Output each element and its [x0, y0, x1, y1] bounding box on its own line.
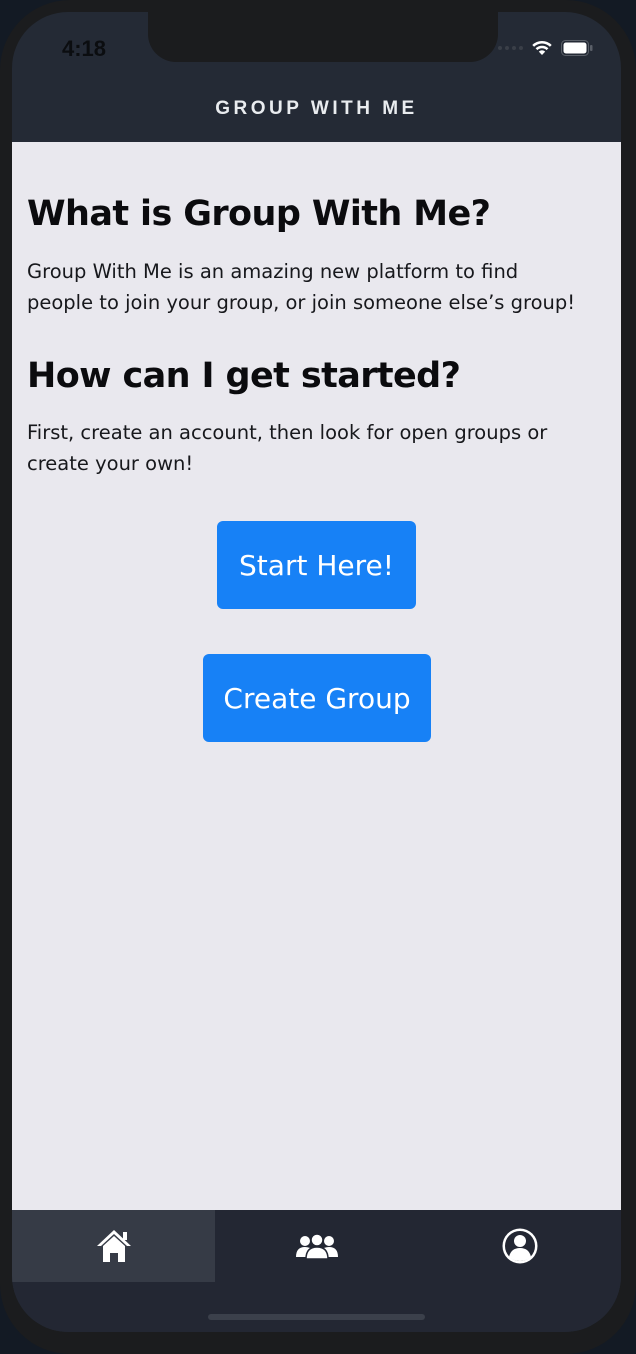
wifi-icon: [532, 41, 552, 55]
create-group-button[interactable]: Create Group: [203, 654, 431, 742]
section-body-get-started-line2: create your own!: [27, 452, 194, 475]
section-body-get-started-line1: First, create an account, then look for …: [27, 421, 548, 444]
section-heading-get-started: How can I get started?: [27, 356, 461, 396]
tab-groups[interactable]: [215, 1210, 418, 1282]
home-icon: [96, 1230, 131, 1262]
tab-bar: [12, 1210, 621, 1332]
tab-profile[interactable]: [418, 1210, 621, 1282]
status-icons: [498, 39, 593, 56]
phone-screen: 4:18 GROUP WITH ME What is Group With Me…: [12, 12, 621, 1332]
battery-icon: [561, 39, 593, 56]
tab-home[interactable]: [12, 1210, 215, 1282]
main-content: What is Group With Me? Group With Me is …: [12, 142, 621, 1210]
phone-frame: 4:18 GROUP WITH ME What is Group With Me…: [0, 0, 636, 1354]
page-title: GROUP WITH ME: [215, 98, 418, 119]
section-body-about-line1: Group With Me is an amazing new platform…: [27, 260, 519, 283]
device-notch: [148, 12, 498, 62]
profile-icon: [502, 1228, 537, 1264]
start-here-button[interactable]: Start Here!: [217, 521, 416, 609]
users-group-icon: [295, 1233, 338, 1259]
section-body-about-line2: people to join your group, or join someo…: [27, 291, 576, 314]
home-indicator: [208, 1314, 425, 1320]
status-time: 4:18: [62, 36, 107, 61]
section-heading-about: What is Group With Me?: [27, 194, 491, 234]
cellular-signal-icon: [498, 45, 523, 50]
